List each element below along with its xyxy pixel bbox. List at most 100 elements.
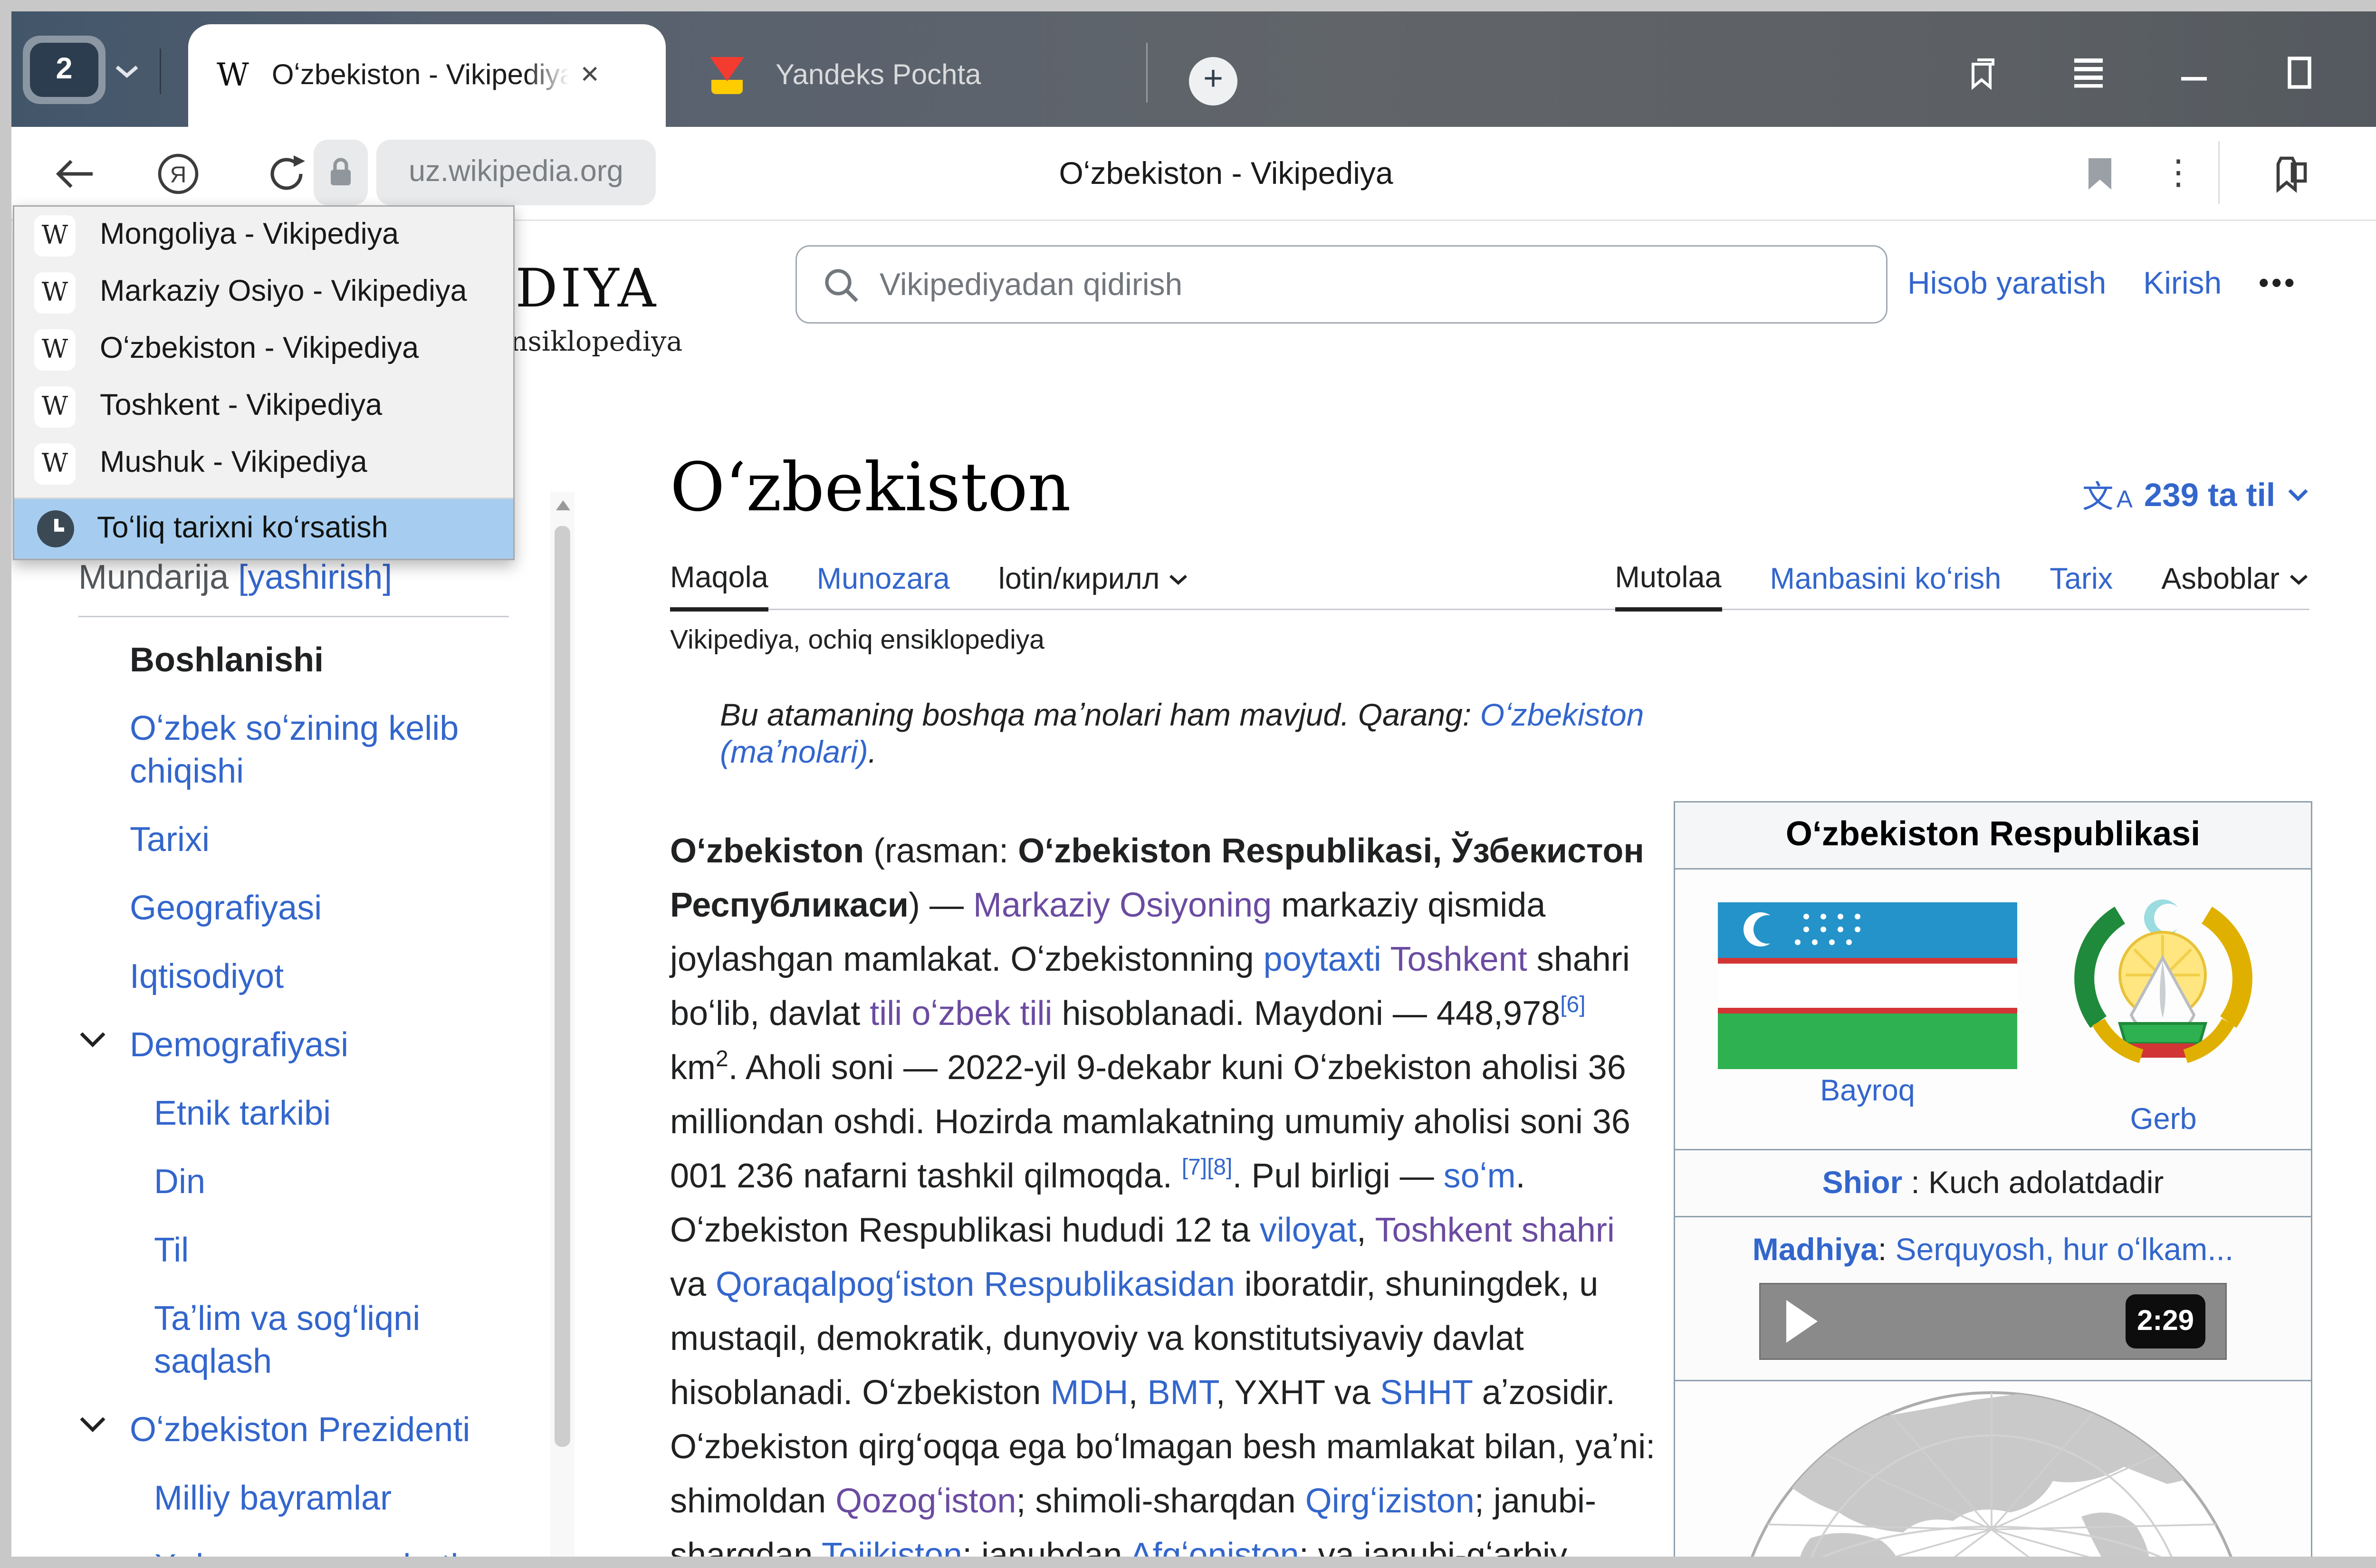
wiki-link[interactable]: Tojikiston	[822, 1537, 962, 1557]
toc-hide-link[interactable]: [yashirish]	[238, 559, 392, 597]
wiki-link-visited[interactable]: oʻzbek tili	[911, 995, 1052, 1033]
toc-item[interactable]: Tarixi	[78, 820, 509, 862]
toc-item[interactable]: Demografiyasi	[78, 1025, 509, 1068]
wiki-link[interactable]: Qirgʻiziston	[1305, 1482, 1475, 1521]
sidebar-scrollbar[interactable]	[550, 492, 575, 1557]
lead-paragraph: Oʻzbekiston (rasman: Oʻzbekiston Respubl…	[670, 825, 1659, 1557]
address-bar[interactable]: uz.wikipedia.org	[376, 140, 656, 205]
history-suggestion[interactable]: WOʻzbekiston - Vikipediya	[14, 321, 513, 378]
menu-icon[interactable]	[2073, 57, 2104, 88]
bookmarks-panel-icon[interactable]	[1967, 54, 2004, 91]
site-security-chip[interactable]	[314, 140, 368, 205]
more-menu-icon[interactable]: ⋮	[2161, 127, 2195, 220]
tab-title: Yandeks Pochta	[776, 59, 981, 92]
anthem-title-link[interactable]: Serquyosh, hur oʻlkam...	[1896, 1232, 2234, 1267]
history-suggestion[interactable]: WMongoliya - Vikipediya	[14, 207, 513, 264]
wiki-link[interactable]: soʻm	[1444, 1157, 1516, 1196]
maximize-icon[interactable]	[2287, 56, 2315, 90]
uzbekistan-emblem-image[interactable]	[2063, 887, 2264, 1093]
language-selector[interactable]: 文A 239 ta til	[2082, 472, 2309, 517]
wiki-search-input[interactable]: Vikipediyadan qidirish	[795, 245, 1887, 324]
toc-item-label: Iqtisodiyot	[130, 958, 284, 996]
wiki-link[interactable]: viloyat	[1260, 1212, 1357, 1250]
toc-item[interactable]: Geografiyasi	[78, 888, 509, 931]
anthem-label-link[interactable]: Madhiya	[1753, 1232, 1878, 1267]
flag-caption-link[interactable]: Bayroq	[1718, 1075, 2017, 1109]
toc-item[interactable]: Taʼlim va sogʻliqni saqlash	[78, 1299, 509, 1384]
chevron-down-icon[interactable]	[78, 1031, 107, 1048]
wiki-link-visited[interactable]: Markaziy Osiyoning	[973, 887, 1272, 925]
toc-item[interactable]: Til	[78, 1230, 509, 1273]
toc-item[interactable]: Boshlanishi	[78, 640, 509, 683]
article-tab-manbasini-ko-rish[interactable]: Manbasini koʻrish	[1770, 562, 2002, 609]
show-full-history-item[interactable]: Toʻliq tarixni koʻrsatish	[14, 499, 513, 559]
wiki-link[interactable]: BMT	[1147, 1374, 1216, 1413]
text-segment: Bu atamaning boshqa maʼnolari ham mavjud…	[720, 697, 1480, 733]
wikipedia-favicon: W	[34, 443, 76, 484]
chevron-down-icon	[2287, 488, 2309, 502]
play-icon[interactable]	[1786, 1300, 1818, 1343]
toc-item[interactable]: Milliy bayramlar	[78, 1478, 509, 1521]
article-tab-munozara[interactable]: Munozara	[817, 562, 950, 609]
suggestion-label: Toshkent - Vikipediya	[100, 389, 382, 423]
language-count: 239 ta til	[2144, 476, 2275, 514]
history-suggestion[interactable]: WMushuk - Vikipediya	[14, 435, 513, 492]
history-suggestion[interactable]: WToshkent - Vikipediya	[14, 378, 513, 435]
uzbekistan-flag-image[interactable]	[1718, 902, 2017, 1069]
wiki-link[interactable]: poytaxti	[1264, 941, 1381, 979]
toc-item-label: Din	[154, 1163, 205, 1202]
toc-item[interactable]: Xalqaro munosabatlar	[78, 1547, 509, 1557]
chevron-down-icon[interactable]	[114, 64, 140, 78]
create-account-link[interactable]: Hisob yaratish	[1907, 265, 2106, 302]
anthem-audio-player[interactable]: 2:29	[1759, 1283, 2227, 1360]
wiki-link[interactable]: MDH	[1050, 1374, 1128, 1413]
chevron-down-icon[interactable]	[78, 1415, 107, 1433]
tab-title: Oʻzbekiston - Vikipediya	[272, 59, 568, 92]
wiki-link-visited[interactable]: Toshkent	[1390, 941, 1527, 979]
wiki-link[interactable]: Qoraqalpogʻiston Respublikasidan	[716, 1266, 1235, 1304]
text-segment	[902, 995, 911, 1033]
reload-icon[interactable]	[265, 153, 308, 195]
scrollbar-thumb[interactable]	[555, 526, 570, 1447]
hatnote: Bu atamaning boshqa maʼnolari ham mavjud…	[720, 697, 1661, 771]
toc-item-label: Milliy bayramlar	[154, 1480, 392, 1518]
toc-item[interactable]: Iqtisodiyot	[78, 956, 509, 999]
tab-ozbekiston[interactable]: W Oʻzbekiston - Vikipediya ✕	[188, 24, 666, 127]
minimize-icon[interactable]	[2181, 77, 2207, 83]
toc-item[interactable]: Oʻzbekiston Prezidenti	[78, 1410, 509, 1453]
article-tab-mutolaa[interactable]: Mutolaa	[1615, 562, 1721, 612]
toc-item[interactable]: Oʻzbek soʻzining kelib chiqishi	[78, 708, 509, 794]
bold-text: Oʻzbekiston	[670, 832, 864, 871]
wiki-link[interactable]: Afgʻoniston	[1130, 1537, 1299, 1557]
history-suggestion[interactable]: WMarkaziy Osiyo - Vikipediya	[14, 264, 513, 321]
wiki-link-visited[interactable]: Qozogʻiston	[835, 1482, 1016, 1521]
reference-link[interactable]: [7][8]	[1182, 1156, 1233, 1180]
toc-item[interactable]: Din	[78, 1162, 509, 1205]
toc-item[interactable]: Etnik tarkibi	[78, 1093, 509, 1136]
scroll-up-icon[interactable]	[556, 500, 570, 510]
article-tab-lotin-[interactable]: lotin/кирилл	[998, 562, 1190, 609]
tab-strip: 2 W Oʻzbekiston - Vikipediya ✕ Yandeks P…	[11, 11, 2376, 127]
wiki-link-visited[interactable]: Toshkent shahri	[1375, 1212, 1615, 1250]
close-tab-icon[interactable]: ✕	[580, 61, 600, 90]
collections-icon[interactable]	[2270, 153, 2312, 195]
article-tab-maqola[interactable]: Maqola	[670, 562, 768, 612]
article-tab-tarix[interactable]: Tarix	[2050, 562, 2113, 609]
back-icon[interactable]	[54, 158, 97, 190]
bookmark-flag-icon[interactable]	[2087, 158, 2113, 190]
wiki-link-visited[interactable]: tili	[870, 995, 902, 1033]
new-tab-button[interactable]: +	[1189, 57, 1237, 105]
tab-counter-button[interactable]: 2	[23, 36, 105, 104]
tab-label: lotin/кирилл	[998, 563, 1160, 597]
infobox-title: Oʻzbekiston Respublikasi	[1675, 803, 2311, 870]
article-tab-asboblar[interactable]: Asboblar	[2161, 562, 2309, 609]
wiki-link[interactable]: SHHT	[1380, 1374, 1473, 1413]
login-link[interactable]: Kirish	[2143, 265, 2222, 302]
user-more-menu[interactable]: •••	[2259, 268, 2297, 300]
emblem-caption-link[interactable]: Gerb	[2063, 1103, 2264, 1138]
tab-yandeks-pochta[interactable]: Yandeks Pochta	[681, 24, 1143, 127]
suggestion-label: Markaziy Osiyo - Vikipediya	[100, 275, 467, 309]
motto-label-link[interactable]: Shior	[1822, 1165, 1903, 1202]
yandex-search-icon[interactable]: Я	[157, 153, 200, 195]
reference-link[interactable]: [6]	[1560, 994, 1585, 1018]
